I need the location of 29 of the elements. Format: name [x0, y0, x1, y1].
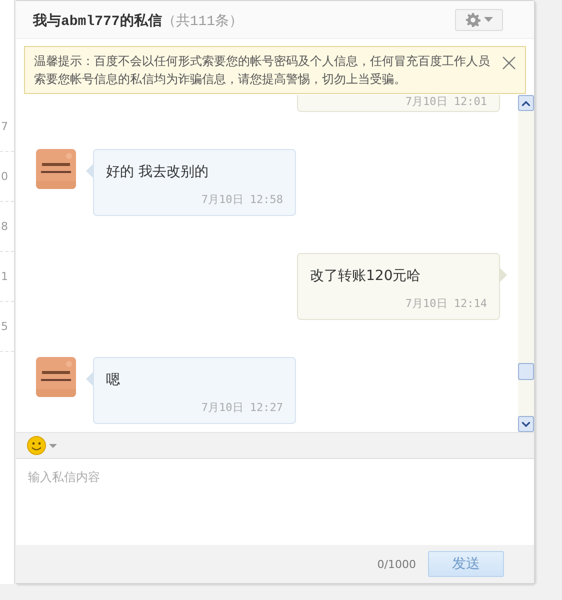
scroll-down-button[interactable] [518, 416, 534, 432]
emoji-button[interactable] [27, 436, 57, 455]
scroll-thumb[interactable] [518, 363, 534, 380]
list-item-fragment: 8 [1, 220, 8, 233]
list-item-fragment: 5 [1, 320, 8, 333]
message-time: 7月10日 12:01 [404, 95, 487, 109]
character-counter: 0/1000 [377, 558, 416, 570]
list-item-fragment: 1 [1, 270, 8, 283]
close-icon [502, 56, 516, 70]
message-text: 好的 我去改别的 [106, 163, 210, 181]
message-time: 7月10日 12:27 [200, 400, 283, 415]
smiley-icon [27, 436, 46, 455]
scroll-up-button[interactable] [518, 95, 534, 111]
list-item-fragment: 0 [1, 170, 8, 183]
list-item-fragment: 7 [1, 120, 8, 133]
settings-icon [465, 12, 481, 28]
scrollbar[interactable] [518, 95, 534, 432]
message-text: 改了转账120元哈 [310, 267, 422, 285]
notice-text: 温馨提示：百度不会以任何形式索要您的帐号密码及个人信息，任何冒充百度工作人员索要您帐号信息的私信均为诈骗信息，请您提高警惕，切勿上当受骗。 [34, 53, 491, 88]
settings-button[interactable] [455, 8, 503, 30]
close-button[interactable] [502, 56, 516, 70]
message-time: 7月10日 12:58 [200, 192, 283, 207]
caret-icon [484, 17, 493, 22]
conversation-title: 我与abml777的私信 [33, 14, 162, 30]
message-input[interactable]: 输入私信内容 [16, 459, 534, 545]
message-text: 嗯 [106, 371, 121, 389]
message-time: 7月10日 12:14 [404, 296, 487, 311]
caret-icon [49, 444, 57, 448]
message-count: （共111条） [162, 14, 244, 30]
